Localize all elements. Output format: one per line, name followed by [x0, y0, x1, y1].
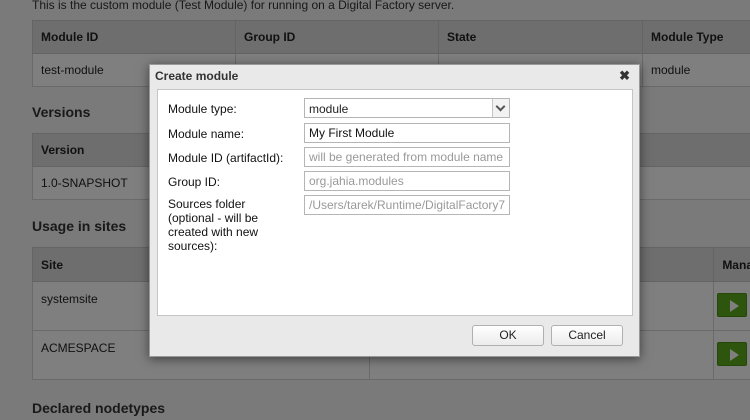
chevron-down-icon[interactable]: [492, 99, 509, 117]
group-id-label: Group ID:: [168, 175, 221, 189]
create-module-dialog: Create module ✖ Module type: module Modu…: [149, 64, 640, 357]
module-id-input[interactable]: [304, 147, 510, 167]
module-type-value: module: [309, 102, 349, 116]
close-icon[interactable]: ✖: [619, 68, 630, 84]
module-type-select[interactable]: module: [304, 98, 510, 118]
ok-button[interactable]: OK: [472, 325, 544, 346]
cancel-button[interactable]: Cancel: [551, 325, 623, 346]
module-name-label: Module name:: [168, 127, 245, 141]
sources-folder-input[interactable]: [304, 195, 510, 215]
group-id-input[interactable]: [304, 171, 510, 191]
dialog-form: Module type: module Module name: Module …: [157, 89, 633, 316]
sources-folder-label: Sources folder (optional - will be creat…: [168, 197, 259, 253]
dialog-title: Create module: [155, 69, 239, 83]
module-id-label: Module ID (artifactId):: [168, 151, 284, 165]
module-type-label: Module type:: [168, 102, 237, 116]
module-name-input[interactable]: [304, 123, 510, 143]
